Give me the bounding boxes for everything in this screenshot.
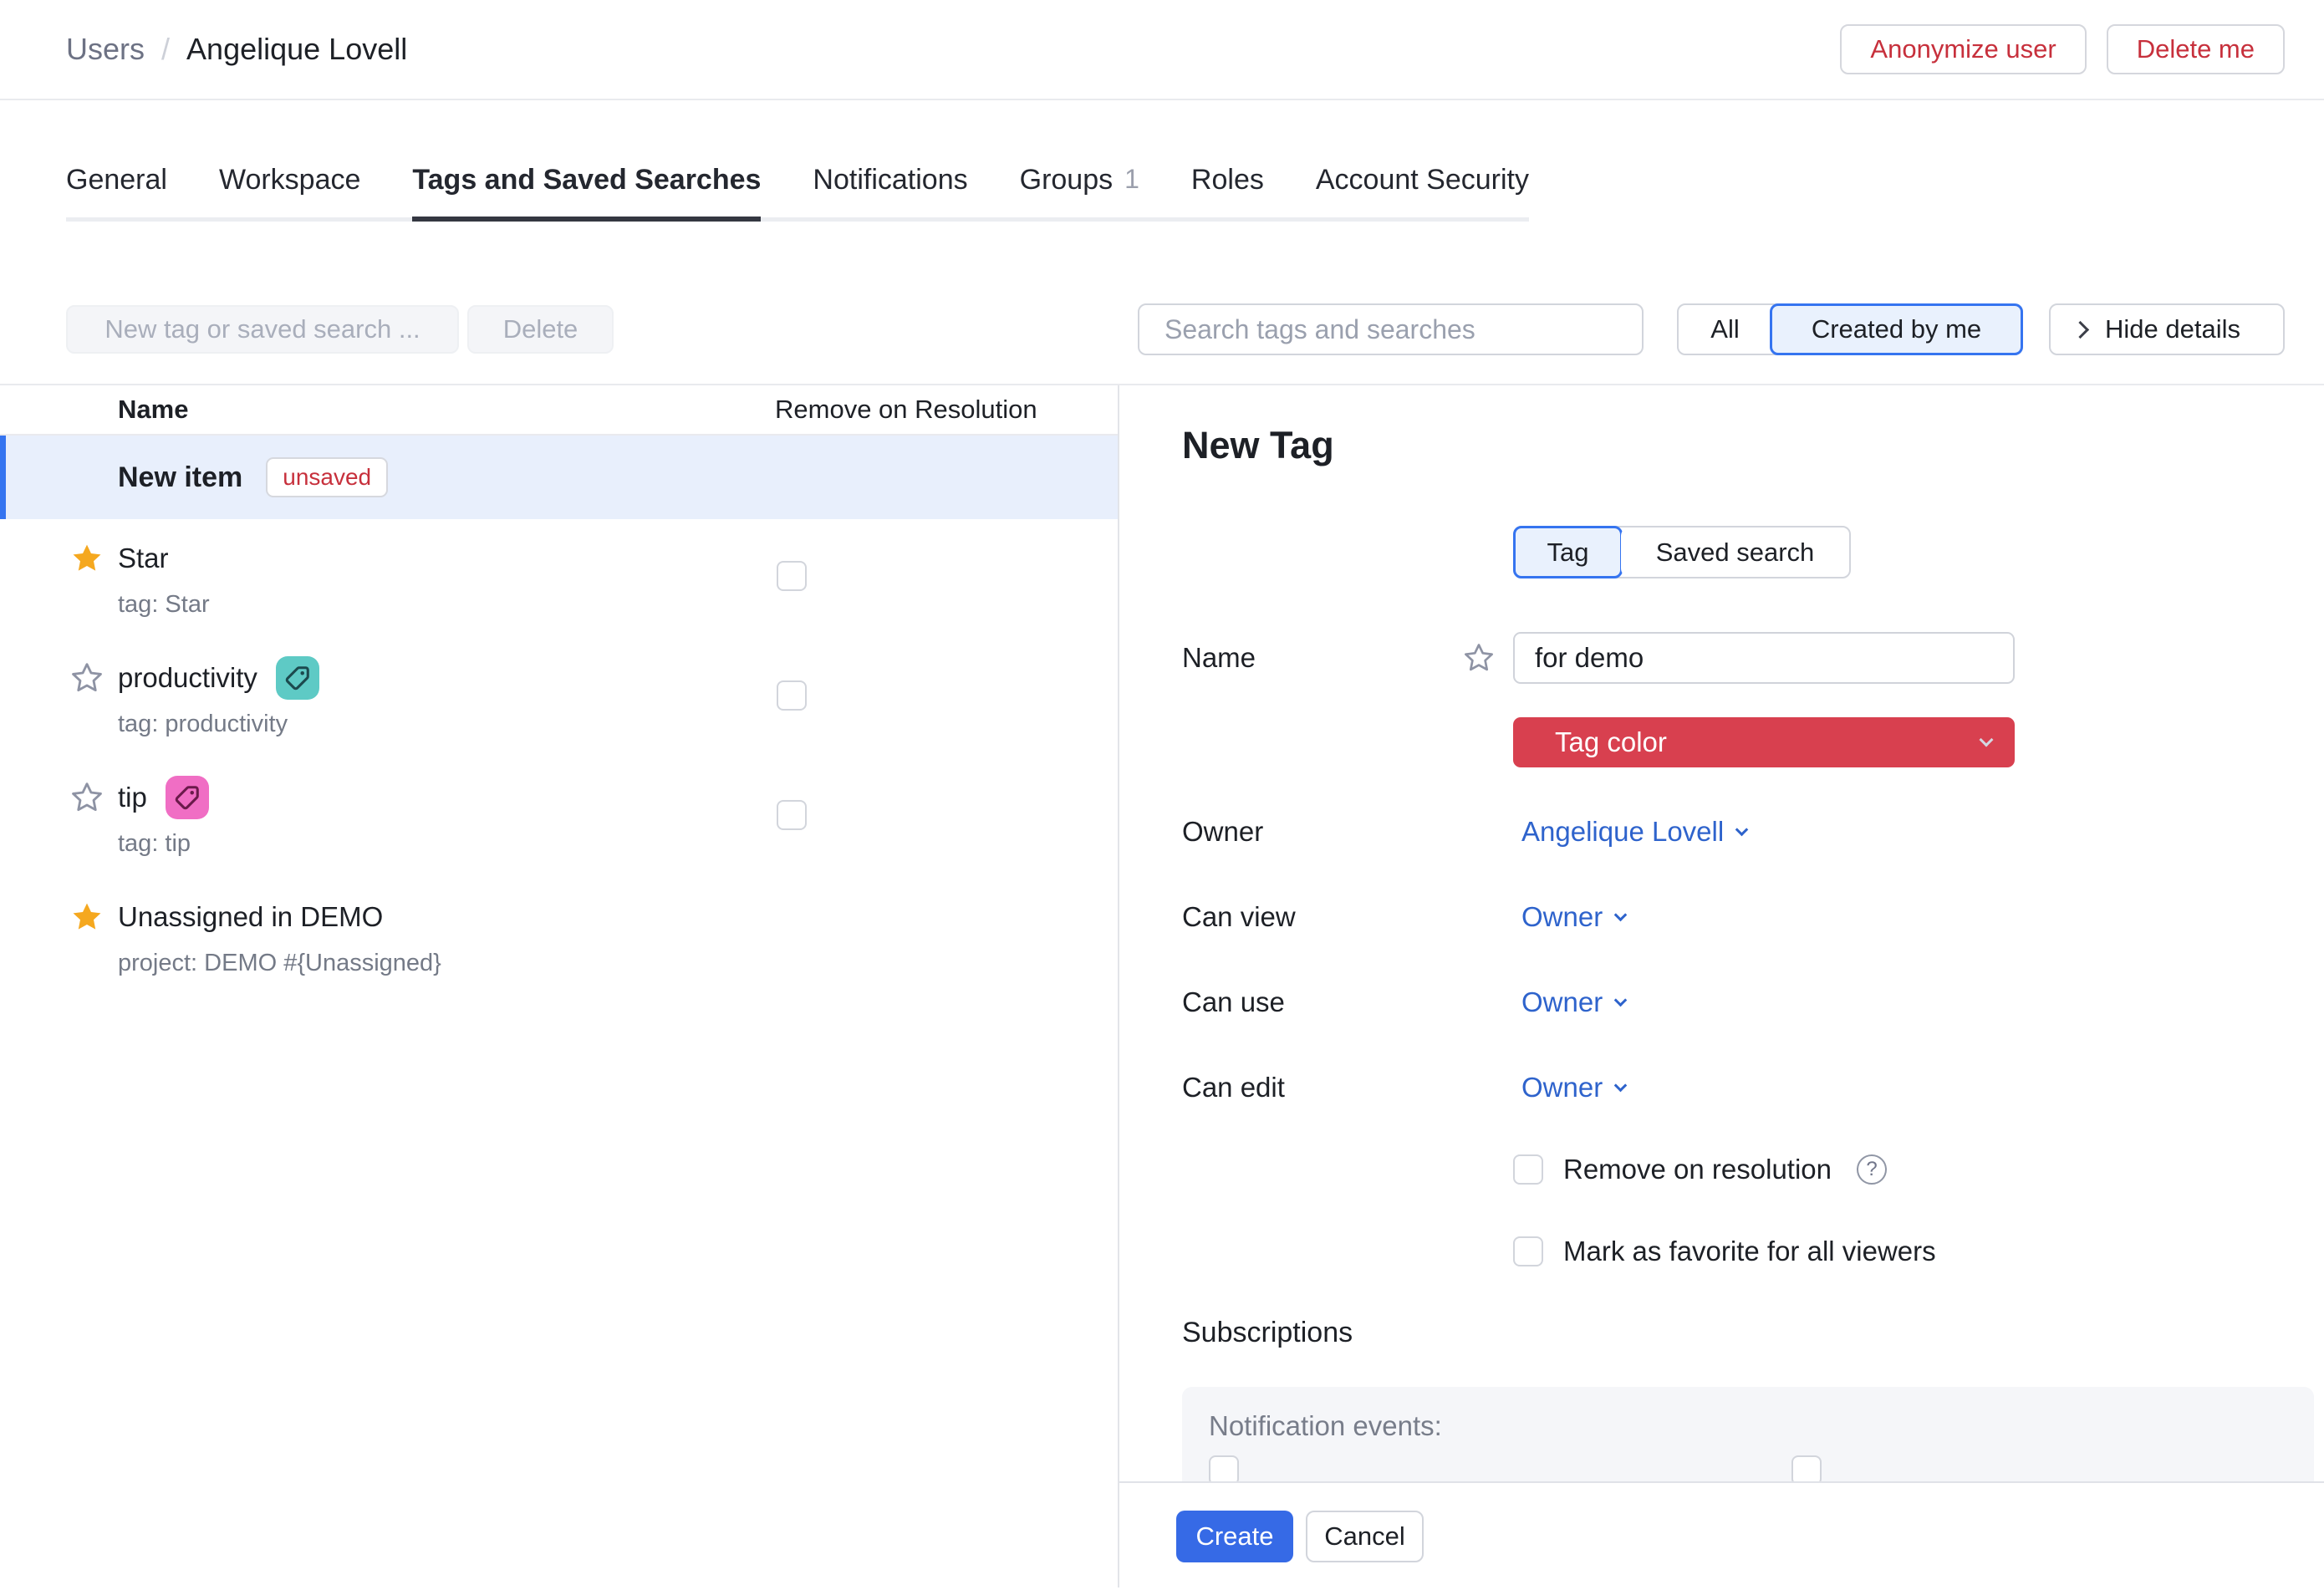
list-item-tip[interactable]: tip tag: tip xyxy=(0,758,1118,878)
tab-account-security[interactable]: Account Security xyxy=(1316,164,1529,222)
unsaved-badge: unsaved xyxy=(266,457,388,497)
remove-on-resolution-checkbox[interactable] xyxy=(777,680,807,711)
tab-groups-count: 1 xyxy=(1124,164,1139,195)
create-button[interactable]: Create xyxy=(1176,1511,1293,1562)
favorite-star-outline-icon[interactable] xyxy=(70,781,104,814)
tag-color-chip-teal xyxy=(276,656,319,700)
search-tags-input[interactable] xyxy=(1138,303,1644,355)
tab-workspace[interactable]: Workspace xyxy=(219,164,360,222)
tag-color-chip-pink xyxy=(166,776,209,819)
favorite-star-icon[interactable] xyxy=(70,542,104,575)
list-item-subtitle: project: DEMO #{Unassigned} xyxy=(118,950,1118,978)
remove-on-resolution-checkbox[interactable] xyxy=(1513,1154,1543,1185)
header-actions: Anonymize user Delete me xyxy=(1840,24,2285,74)
tag-color-label: Tag color xyxy=(1555,726,1667,758)
owner-label: Owner xyxy=(1182,816,1263,848)
mark-favorite-checkbox[interactable] xyxy=(1513,1236,1543,1266)
tab-groups[interactable]: Groups 1 xyxy=(1020,164,1139,222)
hide-details-button[interactable]: Hide details xyxy=(2049,303,2285,355)
tag-details-panel: New Tag Tag Saved search Name xyxy=(1119,385,2324,1587)
favorite-star-outline-icon[interactable] xyxy=(1463,642,1495,674)
list-item-title: productivity xyxy=(118,662,257,694)
content-split: Name Remove on Resolution New item unsav… xyxy=(0,384,2324,1587)
delete-tag-button[interactable]: Delete xyxy=(467,305,614,354)
type-saved-search-button[interactable]: Saved search xyxy=(1621,527,1849,577)
list-item-subtitle: tag: productivity xyxy=(118,711,1118,739)
type-tag-button[interactable]: Tag xyxy=(1513,526,1623,578)
list-item-title: Unassigned in DEMO xyxy=(118,901,383,933)
list-item-new-item[interactable]: New item unsaved xyxy=(0,436,1118,519)
tags-toolbar: New tag or saved search ... Delete All C… xyxy=(66,303,2285,355)
remove-on-resolution-checkbox[interactable] xyxy=(777,561,807,591)
list-item-title: Star xyxy=(118,543,169,574)
column-name: Name xyxy=(118,395,188,425)
tag-color-select[interactable]: Tag color xyxy=(1513,717,2015,767)
can-edit-select[interactable]: Owner xyxy=(1521,1072,1625,1103)
can-view-label: Can view xyxy=(1182,901,1296,933)
can-use-select[interactable]: Owner xyxy=(1521,986,1625,1018)
name-field-label: Name xyxy=(1182,642,1256,674)
owner-value: Angelique Lovell xyxy=(1521,816,1724,848)
can-edit-value: Owner xyxy=(1521,1072,1603,1103)
help-icon[interactable]: ? xyxy=(1857,1154,1887,1185)
notification-events-label: Notification events: xyxy=(1209,1410,2314,1444)
can-view-value: Owner xyxy=(1521,901,1603,933)
tab-tags-and-saved-searches[interactable]: Tags and Saved Searches xyxy=(412,164,761,222)
list-item-title: tip xyxy=(118,782,147,813)
breadcrumb-separator: / xyxy=(161,32,170,67)
user-profile-page: Users / Angelique Lovell Anonymize user … xyxy=(0,0,2324,1590)
delete-me-button[interactable]: Delete me xyxy=(2107,24,2285,74)
tab-roles[interactable]: Roles xyxy=(1191,164,1264,222)
page-header: Users / Angelique Lovell Anonymize user … xyxy=(0,0,2324,100)
chevron-down-icon xyxy=(1735,823,1749,836)
chevron-down-icon xyxy=(1614,1078,1628,1092)
anonymize-user-button[interactable]: Anonymize user xyxy=(1840,24,2086,74)
list-item-star[interactable]: Star tag: Star xyxy=(0,519,1118,639)
can-view-select[interactable]: Owner xyxy=(1521,901,1625,933)
chevron-down-icon xyxy=(1614,908,1628,921)
new-tag-or-search-button[interactable]: New tag or saved search ... xyxy=(66,305,459,354)
favorite-star-outline-icon[interactable] xyxy=(70,661,104,695)
tags-list-panel: Name Remove on Resolution New item unsav… xyxy=(0,385,1119,1587)
owner-select[interactable]: Angelique Lovell xyxy=(1521,816,1746,848)
list-item-productivity[interactable]: productivity tag: productivity xyxy=(0,639,1118,758)
filter-all-button[interactable]: All xyxy=(1679,305,1771,354)
tab-groups-label: Groups xyxy=(1020,164,1114,196)
list-item-title: New item xyxy=(118,461,242,494)
favorite-star-icon[interactable] xyxy=(70,900,104,934)
column-remove-on-resolution: Remove on Resolution xyxy=(775,395,1037,425)
mark-favorite-label: Mark as favorite for all viewers xyxy=(1563,1236,1936,1267)
breadcrumb-users-link[interactable]: Users xyxy=(66,32,145,67)
tab-bar: General Workspace Tags and Saved Searche… xyxy=(0,100,2324,222)
can-use-label: Can use xyxy=(1182,986,1285,1018)
tab-general[interactable]: General xyxy=(66,164,167,222)
hide-details-label: Hide details xyxy=(2105,314,2240,344)
breadcrumb-current-user: Angelique Lovell xyxy=(186,32,407,67)
subscriptions-heading: Subscriptions xyxy=(1182,1317,2324,1352)
breadcrumb: Users / Angelique Lovell xyxy=(66,32,407,67)
filter-created-by-me-button[interactable]: Created by me xyxy=(1770,303,2023,355)
remove-on-resolution-label: Remove on resolution xyxy=(1563,1154,1832,1185)
details-title: New Tag xyxy=(1182,424,2324,467)
tag-icon xyxy=(284,665,311,691)
chevron-down-icon xyxy=(1614,993,1628,1006)
chevron-down-icon xyxy=(1980,733,1994,747)
list-item-subtitle: tag: Star xyxy=(118,591,1118,619)
cancel-button[interactable]: Cancel xyxy=(1306,1511,1424,1562)
filter-toggle-group: All Created by me xyxy=(1677,303,2023,355)
tag-icon xyxy=(174,784,201,811)
tab-notifications[interactable]: Notifications xyxy=(813,164,967,222)
chevron-right-icon xyxy=(2072,320,2089,338)
remove-on-resolution-checkbox[interactable] xyxy=(777,800,807,830)
type-toggle-group: Tag Saved search xyxy=(1513,526,1851,578)
list-header-row: Name Remove on Resolution xyxy=(0,385,1118,436)
can-use-value: Owner xyxy=(1521,986,1603,1018)
can-edit-label: Can edit xyxy=(1182,1072,1285,1103)
details-footer: Create Cancel xyxy=(1119,1481,2324,1587)
list-item-subtitle: tag: tip xyxy=(118,830,1118,859)
tag-name-input[interactable] xyxy=(1513,632,2015,684)
list-item-unassigned-in-demo[interactable]: Unassigned in DEMO project: DEMO #{Unass… xyxy=(0,878,1118,997)
